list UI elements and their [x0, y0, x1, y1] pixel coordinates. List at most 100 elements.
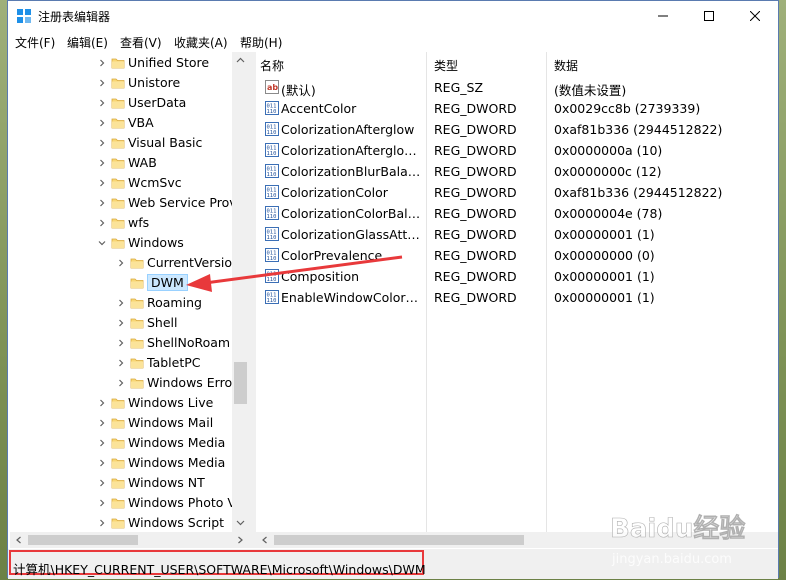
scroll-down-icon[interactable] [236, 518, 245, 527]
chevron-right-icon[interactable] [117, 319, 125, 327]
registry-value-data: 0x00000001 (1) [554, 290, 655, 305]
pane-splitter[interactable] [248, 52, 256, 548]
tree-item-label: TabletPC [147, 355, 201, 370]
tree-item[interactable]: Windows Script [10, 513, 240, 532]
folder-open-icon [130, 278, 144, 289]
chevron-right-icon[interactable] [98, 519, 106, 527]
column-header-data[interactable]: 数据 [550, 52, 770, 76]
registry-value-type: REG_DWORD [434, 206, 517, 221]
menu-help[interactable]: 帮助(H) [240, 34, 282, 51]
chevron-right-icon[interactable] [117, 359, 125, 367]
chevron-right-icon[interactable] [98, 179, 106, 187]
registry-value-type: REG_DWORD [434, 143, 517, 158]
close-button[interactable] [732, 1, 778, 31]
chevron-down-icon[interactable] [98, 239, 106, 247]
registry-value-row[interactable]: 011 110 ColorizationBlurBalance REG_DWORD 0x… [256, 161, 778, 182]
tree-item[interactable]: Windows Photo V [10, 493, 240, 513]
tree-item[interactable]: WcmSvc [10, 173, 240, 193]
tree-hscroll-thumb[interactable] [28, 535, 138, 545]
scroll-left-icon[interactable] [15, 536, 23, 544]
maximize-button[interactable] [686, 1, 732, 31]
tree-item-label: DWM [147, 274, 188, 291]
registry-value-row[interactable]: 011 110 AccentColor REG_DWORD 0x0029cc8b (27… [256, 98, 778, 119]
menu-favorites[interactable]: 收藏夹(A) [174, 34, 228, 51]
tree-item[interactable]: WAB [10, 153, 240, 173]
tree-item[interactable]: Windows [10, 233, 240, 253]
registry-value-row[interactable]: 011 110 ColorizationAfterglow... REG_DWORD 0… [256, 140, 778, 161]
chevron-right-icon[interactable] [98, 219, 106, 227]
registry-app-icon [17, 9, 31, 23]
chevron-right-icon[interactable] [117, 299, 125, 307]
tree-horizontal-scrollbar[interactable] [10, 532, 248, 548]
svg-text:110: 110 [267, 109, 277, 115]
chevron-right-icon[interactable] [98, 439, 106, 447]
registry-value-row[interactable]: 011 110 ColorPrevalence REG_DWORD 0x00000000… [256, 245, 778, 266]
svg-text:110: 110 [267, 277, 277, 283]
chevron-right-icon[interactable] [98, 199, 106, 207]
registry-value-row[interactable]: 011 110 ColorizationGlassAttrib... REG_DWOR… [256, 224, 778, 245]
tree-item[interactable]: Windows Media [10, 433, 240, 453]
tree-item-label: Unified Store [128, 55, 210, 70]
tree-item[interactable]: VBA [10, 113, 240, 133]
tree-item[interactable]: CurrentVersio [10, 253, 240, 273]
watermark-url: jingyan.baidu.com [611, 552, 732, 567]
scroll-right-icon[interactable] [236, 536, 244, 544]
tree-item[interactable]: Web Service Prov [10, 193, 240, 213]
tree-item[interactable]: ShellNoRoam [10, 333, 240, 353]
scroll-left-icon[interactable] [261, 536, 269, 544]
chevron-right-icon[interactable] [117, 339, 125, 347]
chevron-right-icon[interactable] [98, 59, 106, 67]
chevron-right-icon[interactable] [98, 499, 106, 507]
registry-value-data: 0xaf81b336 (2944512822) [554, 185, 723, 200]
registry-value-row[interactable]: 011 110 EnableWindowColoriz... REG_DWORD 0x0… [256, 287, 778, 308]
registry-value-row[interactable]: 011 110 ColorizationColor REG_DWORD 0xaf81b3… [256, 182, 778, 203]
registry-value-row[interactable]: 011 110 ColorizationAfterglow REG_DWORD 0xaf… [256, 119, 778, 140]
chevron-right-icon[interactable] [98, 99, 106, 107]
minimize-button[interactable] [640, 1, 686, 31]
registry-value-row[interactable]: ab (默认) REG_SZ (数值未设置) [256, 77, 778, 98]
tree-vertical-scrollbar[interactable] [232, 52, 248, 532]
chevron-right-icon[interactable] [98, 139, 106, 147]
tree-item[interactable]: Windows Erro [10, 373, 240, 393]
tree-item[interactable]: Roaming [10, 293, 240, 313]
tree-item[interactable]: Shell [10, 313, 240, 333]
menu-file[interactable]: 文件(F) [15, 34, 55, 51]
title-bar[interactable]: 注册表编辑器 [8, 1, 778, 31]
tree-item[interactable]: Visual Basic [10, 133, 240, 153]
folder-icon [111, 78, 125, 89]
registry-value-name: EnableWindowColoriz... [281, 290, 421, 305]
key-tree[interactable]: Windows Script Windows Photo V Windows NT W… [10, 52, 248, 532]
chevron-right-icon[interactable] [98, 399, 106, 407]
column-header-type[interactable]: 类型 [430, 52, 550, 76]
tree-item[interactable]: Windows NT [10, 473, 240, 493]
scroll-up-icon[interactable] [236, 56, 245, 65]
registry-value-row[interactable]: 011 110 Composition REG_DWORD 0x00000001 (1) [256, 266, 778, 287]
registry-value-row[interactable]: 011 110 ColorizationColorBala... REG_DWORD 0… [256, 203, 778, 224]
tree-item[interactable]: Windows Media [10, 453, 240, 473]
values-list[interactable]: 名称 类型 数据 ab (默认) REG_SZ (数值未设置) 011 110 Accent… [256, 52, 778, 532]
tree-item[interactable]: Windows Mail [10, 413, 240, 433]
chevron-right-icon[interactable] [117, 379, 125, 387]
registry-value-type: REG_DWORD [434, 290, 517, 305]
tree-item[interactable]: Windows Live [10, 393, 240, 413]
tree-item-label: Windows Live [128, 395, 214, 410]
menu-edit[interactable]: 编辑(E) [67, 34, 108, 51]
tree-item[interactable]: UserData [10, 93, 240, 113]
chevron-right-icon[interactable] [98, 479, 106, 487]
tree-item[interactable]: DWM [10, 273, 240, 293]
tree-item[interactable]: wfs [10, 213, 240, 233]
chevron-right-icon[interactable] [98, 79, 106, 87]
tree-item[interactable]: Unistore [10, 73, 240, 93]
tree-item[interactable]: Unified Store [10, 53, 240, 73]
chevron-right-icon[interactable] [117, 259, 125, 267]
list-hscroll-thumb[interactable] [274, 535, 524, 545]
chevron-right-icon[interactable] [98, 119, 106, 127]
chevron-right-icon[interactable] [98, 419, 106, 427]
menu-view[interactable]: 查看(V) [120, 34, 162, 51]
registry-value-data: 0x0000000a (10) [554, 143, 663, 158]
chevron-right-icon[interactable] [98, 159, 106, 167]
tree-scroll-thumb[interactable] [234, 362, 247, 404]
chevron-right-icon[interactable] [98, 459, 106, 467]
column-header-name[interactable]: 名称 [256, 52, 426, 76]
tree-item[interactable]: TabletPC [10, 353, 240, 373]
